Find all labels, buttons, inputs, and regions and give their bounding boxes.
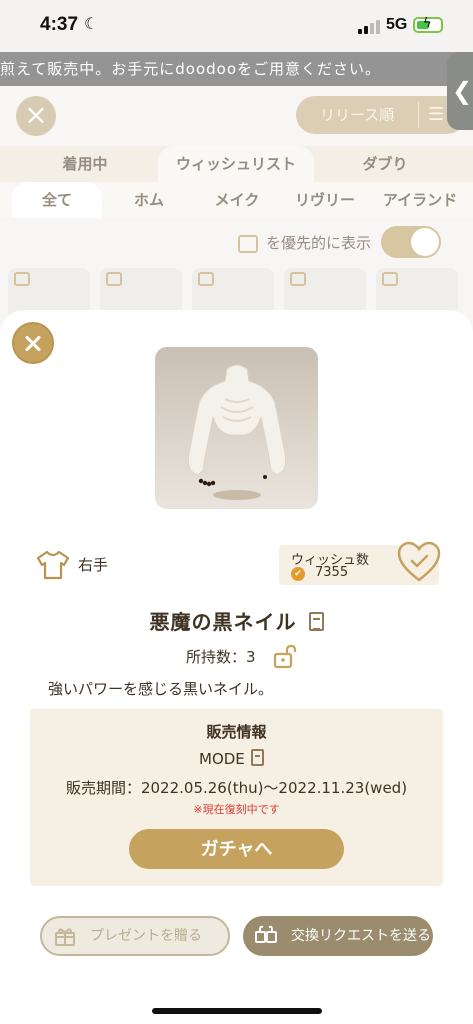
sale-info-panel: 販売情報 MODE 販売期間：2022.05.26(thu)〜2022.11.2…	[30, 709, 443, 886]
item-detail-sheet: 右手 ウィッシュ数 ✔ 7355 悪魔の黒ネイル 所持数：3 強いパワーを感じる…	[0, 310, 473, 1024]
mode-label: MODE	[199, 750, 245, 768]
present-label: プレゼントを贈る	[90, 928, 202, 944]
present-button[interactable]: プレゼントを贈る	[40, 916, 230, 956]
wear-part: 右手	[36, 550, 108, 580]
status-bar: 4:37 ☾ 5G ϟ	[0, 0, 473, 52]
battery-icon: ϟ	[413, 16, 443, 33]
home-indicator	[152, 1008, 322, 1014]
close-button[interactable]	[12, 322, 54, 364]
gift-icon	[55, 928, 75, 946]
part-label: 右手	[78, 556, 109, 574]
gacha-button[interactable]: ガチャへ	[129, 829, 344, 869]
trade-request-button[interactable]: 交換リクエストを送る	[243, 916, 433, 956]
mode-row: MODE	[199, 749, 264, 768]
status-time: 4:37	[40, 14, 79, 35]
item-name: 悪魔の黒ネイル	[149, 610, 297, 634]
heart-check-icon: ✔	[291, 567, 305, 581]
document-icon[interactable]	[308, 612, 324, 631]
owned-count: 所持数：3	[186, 648, 256, 666]
revival-note: ※現在復刻中です	[193, 803, 280, 816]
network-label: 5G	[386, 16, 408, 33]
unlock-icon[interactable]	[272, 644, 298, 670]
sale-title: 販売情報	[206, 723, 267, 741]
shirt-icon	[36, 550, 70, 580]
sale-period: 販売期間：2022.05.26(thu)〜2022.11.23(wed)	[65, 779, 408, 797]
item-image	[155, 347, 318, 509]
item-name-row: 悪魔の黒ネイル	[0, 606, 473, 635]
item-description: 強いパワーを感じる黒いネイル。	[48, 680, 274, 698]
signal-icon	[358, 20, 380, 34]
document-icon[interactable]	[250, 749, 264, 766]
wishlist-heart-button[interactable]	[396, 540, 442, 584]
trade-label: 交換リクエストを送る	[291, 928, 431, 944]
moon-icon: ☾	[84, 14, 99, 33]
trade-icon	[255, 925, 277, 943]
wish-count: 7355	[315, 565, 349, 580]
